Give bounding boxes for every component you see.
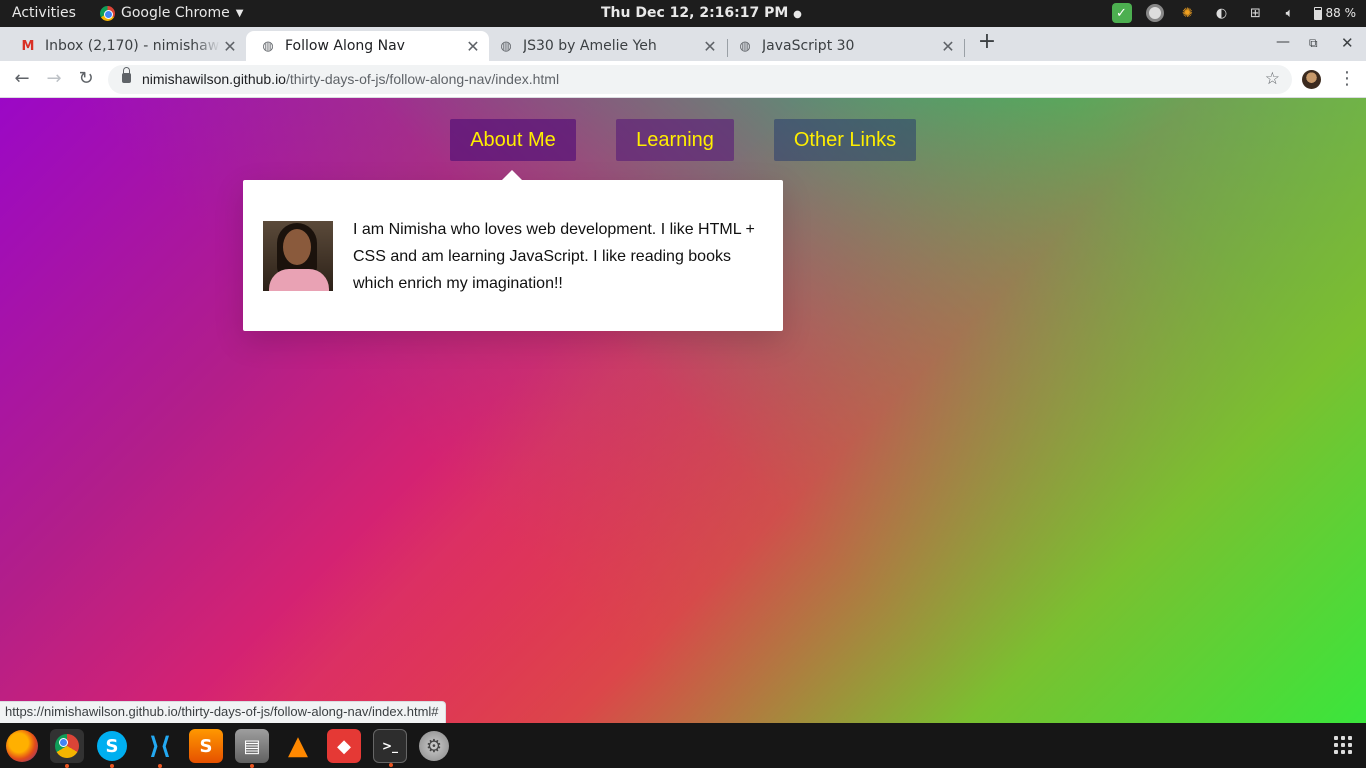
chrome-icon: [100, 5, 115, 21]
url-path: /thirty-days-of-js/follow-along-nav/inde…: [285, 71, 560, 87]
nav-menu: About Me Learning Other Links I am Nimis…: [0, 98, 1366, 723]
vscode-icon[interactable]: ⟩⟨: [143, 729, 177, 768]
tab-javascript-30[interactable]: ◍ JavaScript 30 ✕: [728, 31, 964, 61]
nav-learning[interactable]: Learning: [616, 119, 734, 161]
taskbar-dock: S ⟩⟨ S ▤ ▲ ◆ >_ ⚙: [0, 723, 1366, 768]
volume-icon[interactable]: 🔈︎: [1280, 3, 1300, 23]
system-tray: ✓ ✺ ◐ ⊞ 🔈︎ 88 %: [1111, 3, 1357, 23]
restore-icon[interactable]: ⧉: [1309, 36, 1318, 51]
system-top-bar: Activities Google Chrome ▼ Thu Dec 12, 2…: [0, 0, 1366, 27]
activities-button[interactable]: Activities: [12, 5, 76, 21]
lock-icon[interactable]: [122, 67, 131, 83]
tab-js30-amelie[interactable]: ◍ JS30 by Amelie Yeh ✕: [489, 31, 726, 61]
terminal-icon[interactable]: >_: [373, 729, 407, 767]
tab-title: JS30 by Amelie Yeh: [523, 38, 657, 54]
network-icon[interactable]: ⊞: [1246, 3, 1266, 23]
tab-title: JavaScript 30: [762, 38, 855, 54]
globe-icon: ◍: [262, 38, 274, 54]
chrome-dock-icon[interactable]: [50, 729, 84, 768]
nav-about-me[interactable]: About Me: [450, 119, 576, 161]
app-menu-label: Google Chrome: [121, 5, 230, 21]
close-icon[interactable]: ✕: [700, 37, 720, 56]
clock-text: Thu Dec 12, 2:16:17 PM: [601, 5, 789, 21]
running-indicator: [110, 764, 114, 768]
files-icon[interactable]: ▤: [235, 729, 269, 768]
running-indicator: [158, 764, 162, 768]
vlc-icon[interactable]: ▲: [281, 729, 315, 763]
url-text: nimishawilson.github.io/thirty-days-of-j…: [142, 71, 559, 87]
window-close-icon[interactable]: ✕: [1341, 34, 1354, 52]
page-viewport: About Me Learning Other Links I am Nimis…: [0, 98, 1366, 723]
reload-icon[interactable]: ↻: [74, 68, 98, 92]
bio-text: I am Nimisha who loves web development. …: [353, 221, 755, 292]
profile-photo: [263, 221, 333, 291]
app-menu[interactable]: Google Chrome ▼: [100, 5, 243, 21]
tab-follow-along-nav[interactable]: ◍ Follow Along Nav ✕: [246, 31, 489, 61]
pufferfish-icon[interactable]: ✺: [1178, 3, 1198, 23]
tab-separator: [964, 39, 965, 57]
notification-dot-icon: ●: [793, 9, 802, 20]
tab-title: Follow Along Nav: [285, 38, 405, 54]
settings-gear-icon[interactable]: ⚙: [419, 731, 449, 761]
skype-icon[interactable]: S: [97, 731, 127, 768]
back-arrow-icon[interactable]: ←: [10, 68, 34, 92]
tab-strip: M Inbox (2,170) - nimishawilson ✕ ◍ Foll…: [0, 27, 1366, 61]
dropdown-arrow: [502, 170, 522, 180]
more-menu-icon[interactable]: ⋮: [1338, 70, 1356, 88]
checkmark-icon[interactable]: ✓: [1111, 3, 1132, 23]
globe-icon: ◍: [500, 38, 512, 54]
gmail-icon: M: [21, 38, 35, 54]
profile-avatar[interactable]: [1302, 70, 1321, 89]
firefox-icon[interactable]: [6, 730, 38, 762]
address-bar[interactable]: nimishawilson.github.io/thirty-days-of-j…: [108, 65, 1292, 94]
nav-other-links[interactable]: Other Links: [774, 119, 916, 161]
new-tab-button[interactable]: +: [976, 31, 998, 53]
running-indicator: [389, 763, 393, 767]
tab-gmail[interactable]: M Inbox (2,170) - nimishawilson ✕: [0, 31, 246, 61]
minimize-icon[interactable]: —: [1276, 34, 1290, 50]
close-icon[interactable]: ✕: [938, 37, 958, 56]
battery-percent: 88 %: [1325, 6, 1357, 20]
browser-toolbar: ← → ↻ nimishawilson.github.io/thirty-day…: [0, 61, 1366, 98]
close-icon[interactable]: ✕: [220, 37, 240, 56]
git-icon[interactable]: ◆: [327, 729, 361, 763]
close-icon[interactable]: ✕: [463, 37, 483, 56]
bookmark-star-icon[interactable]: ☆: [1265, 69, 1280, 89]
globe-icon: ◍: [739, 38, 751, 54]
link-status-bubble: https://nimishawilson.github.io/thirty-d…: [0, 701, 446, 723]
tab-title: Inbox (2,170) - nimishawilson: [45, 38, 220, 54]
running-indicator: [65, 764, 69, 768]
url-domain: nimishawilson.github.io: [142, 71, 286, 87]
sync-icon[interactable]: ◐: [1212, 3, 1232, 23]
record-icon[interactable]: [1145, 4, 1164, 22]
chrome-icon: [55, 734, 79, 758]
clock[interactable]: Thu Dec 12, 2:16:17 PM ●: [601, 5, 802, 21]
chevron-down-icon: ▼: [235, 7, 244, 19]
about-me-dropdown: I am Nimisha who loves web development. …: [243, 170, 783, 331]
battery-icon: [1313, 6, 1322, 20]
forward-arrow-icon[interactable]: →: [42, 68, 66, 92]
running-indicator: [250, 764, 254, 768]
sublime-icon[interactable]: S: [189, 729, 223, 763]
show-applications-icon[interactable]: [1334, 736, 1352, 754]
battery-indicator[interactable]: 88 %: [1313, 6, 1357, 20]
